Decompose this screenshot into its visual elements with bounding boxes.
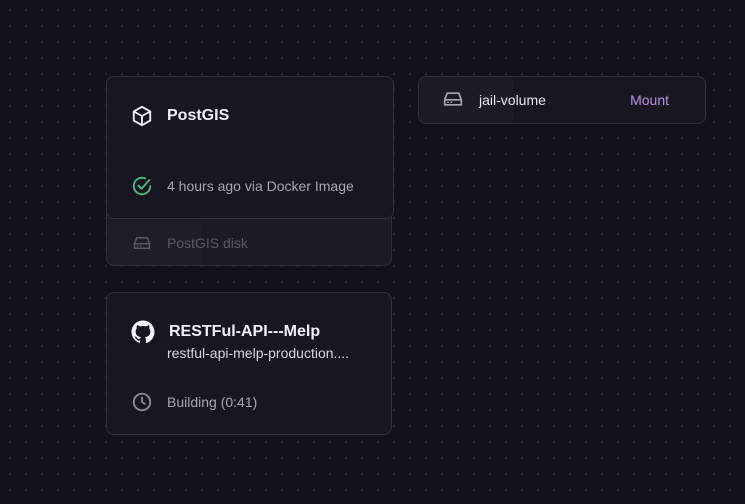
hard-drive-icon <box>133 236 151 250</box>
check-circle-icon <box>131 175 153 197</box>
service-domain: restful-api-melp-production.... <box>167 345 350 361</box>
jail-volume-card[interactable]: jail-volume Mount <box>418 76 706 124</box>
attached-volume-name: PostGIS disk <box>167 235 248 251</box>
postgis-service-card[interactable]: PostGIS 4 hours ago via Docker Image <box>106 76 394 219</box>
service-name: PostGIS <box>167 107 230 124</box>
mount-link[interactable]: Mount <box>630 92 669 108</box>
deploy-status: Building (0:41) <box>131 391 257 413</box>
deploy-status: 4 hours ago via Docker Image <box>131 175 354 197</box>
clock-icon <box>131 391 153 413</box>
service-title-row: PostGIS <box>131 105 229 127</box>
service-name: RESTFul-API---Melp <box>169 323 321 340</box>
postgis-service-group: PostGIS 4 hours ago via Docker Image Pos… <box>106 76 394 266</box>
service-title-row: RESTFul-API---Melp <box>131 320 320 344</box>
project-canvas[interactable]: PostGIS 4 hours ago via Docker Image Pos… <box>0 0 745 504</box>
deploy-status-text: 4 hours ago via Docker Image <box>167 178 354 194</box>
deploy-status-text: Building (0:41) <box>167 394 258 410</box>
attached-volume-row[interactable]: PostGIS disk <box>133 235 248 251</box>
cube-icon <box>131 105 153 127</box>
github-icon <box>131 320 155 344</box>
restful-api-service-card[interactable]: RESTFul-API---Melp restful-api-melp-prod… <box>106 292 392 435</box>
volume-name: jail-volume <box>479 92 546 108</box>
hard-drive-icon <box>443 91 463 107</box>
